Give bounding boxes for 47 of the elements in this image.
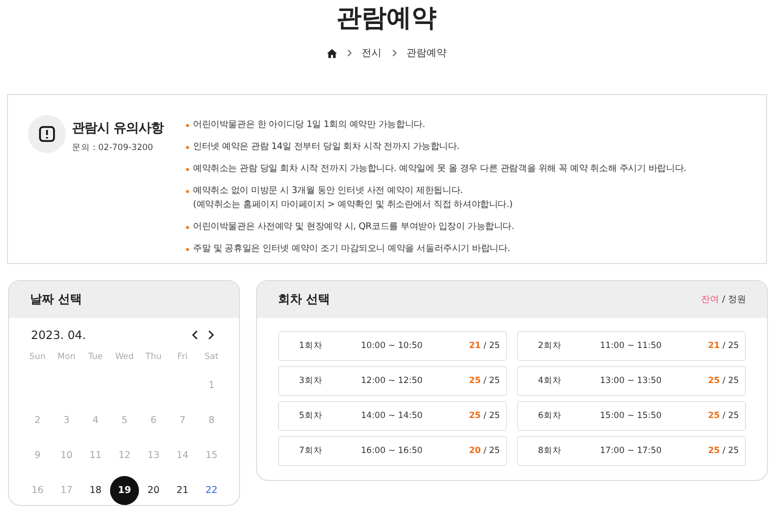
notice-text: 어린이박물관은 사전예약 및 현장예약 시, QR코드를 부여받아 입장이 가능합니다. [193,221,514,234]
session-option[interactable]: 7회차 16:00 ~ 16:50 20 / 25 [278,436,507,466]
session-option[interactable]: 3회차 12:00 ~ 12:50 25 / 25 [278,366,507,396]
chevron-right-icon [346,49,352,57]
bullet-icon [186,248,189,251]
contact-text: 문의 : 02-709-3200 [72,142,154,154]
page-title: 관람예약 [336,2,438,34]
session-option[interactable]: 6회차 15:00 ~ 15:50 25 / 25 [517,401,746,431]
notice-text: 어린이박물관은 한 아이디당 1일 1회의 예약만 가능합니다. [193,119,426,132]
calendar-day[interactable]: 21 [168,479,197,502]
calendar-day[interactable]: 20 [139,479,168,502]
home-icon[interactable] [326,48,336,58]
weekday-label: Thu [144,352,162,362]
chevron-left-icon [191,330,199,340]
calendar-day[interactable]: 18 [81,479,110,502]
bullet-icon [186,124,189,127]
panel-title: 회차 선택 [278,291,330,308]
notice-text: 인터넷 예약은 관람 14일 전부터 당일 회차 시작 전까지 가능합니다. [193,141,460,154]
notice-text: 주말 및 공휴일은 인터넷 예약이 조기 마감되오니 예약을 서둘러주시기 바랍니다. [193,243,510,256]
session-option[interactable]: 8회차 17:00 ~ 17:50 25 / 25 [517,436,746,466]
chevron-right-icon [392,49,396,57]
weekday-label: Fri [176,352,189,362]
weekday-label: Tue [87,352,104,362]
weekday-label: Sat [204,352,220,362]
notice-text: 예약취소는 관람 당일 회차 시작 전까지 가능합니다. 예약일에 못 올 경우 다른 관람객을 위해 꼭 예약 취소해 주시기 바랍니다. [193,163,686,176]
chevron-right-icon [207,330,215,340]
weekday-label: Sun [28,352,47,362]
weekday-label: Wed [114,352,135,362]
alert-icon [28,115,66,153]
bullet-icon [186,146,189,149]
weekday-label: Mon [56,352,76,362]
notice-text: 예약취소 없이 미방문 시 3개월 동안 인터넷 사전 예약이 제한됩니다. (예약취소는 홈페이지 마이페이지 > 예약확인 및 취소란에서 직접 하셔야합니다.) [193,185,513,212]
bullet-icon [186,190,189,193]
breadcrumb-link[interactable]: 전시 [362,46,382,60]
panel-title: 날짜 선택 [30,291,82,308]
bullet-icon [186,168,189,171]
breadcrumb-link[interactable]: 관람예약 [406,46,446,60]
calendar-day[interactable]: 22 [197,479,226,502]
calendar-day[interactable]: 19 [110,476,139,505]
session-option[interactable]: 1회차 10:00 ~ 10:50 21 / 25 [278,331,507,361]
month-label: 2023. 04. [31,328,86,342]
session-option[interactable]: 2회차 11:00 ~ 11:50 21 / 25 [517,331,746,361]
session-option[interactable]: 5회차 14:00 ~ 14:50 25 / 25 [278,401,507,431]
notice-title: 관람시 유의사항 [72,120,164,137]
legend-text: 잔여 / 정원 [701,294,746,306]
bullet-icon [186,226,189,229]
session-option[interactable]: 4회차 13:00 ~ 13:50 25 / 25 [517,366,746,396]
